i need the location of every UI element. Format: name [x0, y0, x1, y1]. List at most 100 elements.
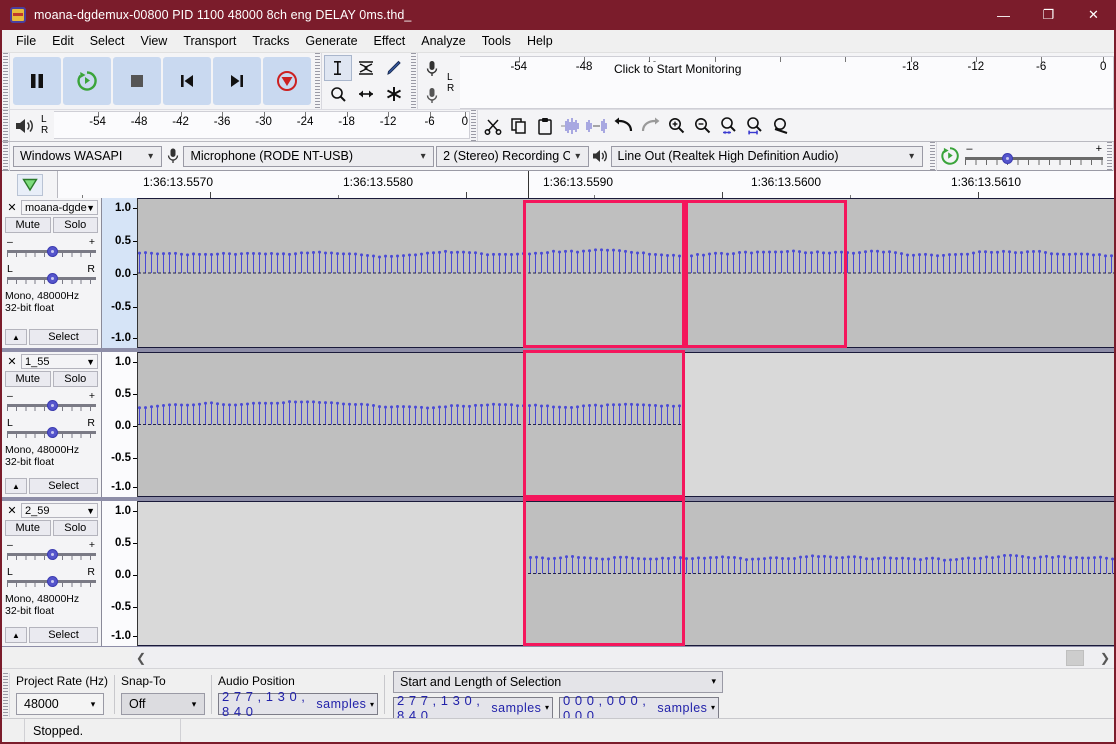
audio-position-spinner[interactable]: ▾ — [368, 700, 376, 709]
menu-tracks[interactable]: Tracks — [244, 31, 297, 51]
selection-toolbar-grip[interactable] — [2, 673, 10, 717]
scroll-right-arrow-icon[interactable]: ❯ — [1096, 651, 1114, 665]
track-control-panel-2[interactable]: ✕ 1_55 ▼ Mute Solo – + L R Mono, 48000Hz… — [2, 352, 102, 497]
solo-button-2[interactable]: Solo — [52, 371, 98, 387]
audio-position-field[interactable]: 2 7 7 , 1 3 0 , 8 4 0 samples ▾ — [218, 689, 379, 719]
play-meter-speaker-icon[interactable] — [10, 110, 40, 141]
pan-slider-1[interactable]: L R — [5, 263, 98, 287]
redo-button[interactable] — [637, 112, 663, 139]
solo-button-3[interactable]: Solo — [52, 520, 98, 536]
monitoring-hint[interactable]: Click to Start Monitoring — [610, 62, 746, 76]
menu-edit[interactable]: Edit — [44, 31, 82, 51]
record-meter-scale[interactable]: -54 -48 -42 -36 -30 -24 -18 -12 -6 0 Cli… — [460, 56, 1114, 109]
close-track-button-1[interactable]: ✕ — [5, 201, 19, 215]
waveform-track-1[interactable] — [138, 198, 1114, 348]
envelope-tool[interactable] — [352, 55, 380, 81]
gain-slider-thumb-2[interactable] — [47, 400, 58, 411]
menu-help[interactable]: Help — [519, 31, 561, 51]
scroll-left-arrow-icon[interactable]: ❮ — [132, 651, 150, 665]
pan-slider-thumb-3[interactable] — [47, 576, 58, 587]
share-toolbar-grip[interactable] — [928, 141, 937, 171]
multi-tool[interactable] — [380, 81, 408, 107]
collapse-track-button-3[interactable]: ▲ — [5, 627, 27, 643]
zoom-tool[interactable] — [324, 81, 352, 107]
vertical-ruler-2[interactable]: 1.0 0.5 0.0 -0.5 -1.0 — [102, 352, 138, 497]
fit-selection-button[interactable] — [716, 112, 742, 139]
vertical-ruler-1[interactable]: 1.0 0.5 0.0 -0.5 -1.0 — [102, 198, 138, 348]
playback-device-select[interactable]: Line Out (Realtek High Definition Audio)… — [610, 145, 923, 167]
stop-button[interactable] — [113, 57, 161, 105]
snap-to-select[interactable]: Off ▾ — [121, 693, 206, 715]
close-track-button-2[interactable]: ✕ — [5, 355, 19, 369]
recording-channels-select[interactable]: 2 (Stereo) Recording Chan ▾ — [436, 145, 589, 167]
draw-tool[interactable] — [380, 55, 408, 81]
gain-slider-thumb-1[interactable] — [47, 246, 58, 257]
menu-select[interactable]: Select — [82, 31, 133, 51]
selection-start-field[interactable]: 2 7 7 , 1 3 0 , 8 4 0 samples ▾ — [393, 693, 554, 723]
skip-to-end-button[interactable] — [213, 57, 261, 105]
audio-host-select[interactable]: Windows WASAPI ▾ — [13, 145, 162, 167]
gain-slider-3[interactable]: – + — [5, 539, 98, 563]
solo-button-1[interactable]: Solo — [52, 217, 98, 233]
close-track-button-3[interactable]: ✕ — [5, 504, 19, 518]
gain-slider-1[interactable]: – + — [5, 236, 98, 260]
collapse-track-button-2[interactable]: ▲ — [5, 478, 27, 494]
pan-slider-3[interactable]: L R — [5, 566, 98, 590]
skip-to-start-button[interactable] — [163, 57, 211, 105]
zoom-in-button[interactable] — [664, 112, 690, 139]
record-button[interactable] — [263, 57, 311, 105]
recording-meter-grip[interactable] — [410, 53, 418, 109]
tools-toolbar-grip[interactable] — [314, 53, 322, 109]
extra-toolbar-grip[interactable] — [1106, 141, 1114, 171]
gain-slider-thumb-3[interactable] — [47, 549, 58, 560]
vertical-ruler-3[interactable]: 1.0 0.5 0.0 -0.5 -1.0 — [102, 501, 138, 646]
pan-slider-thumb-2[interactable] — [47, 427, 58, 438]
zoom-toggle-button[interactable] — [768, 112, 794, 139]
selection-length-spinner[interactable]: ▾ — [709, 703, 717, 712]
pan-slider-2[interactable]: L R — [5, 417, 98, 441]
selection-length-field[interactable]: 0 0 0 , 0 0 0 , 0 0 0 samples ▾ — [559, 693, 720, 723]
selection-start-spinner[interactable]: ▾ — [543, 703, 551, 712]
play-meter-grip[interactable] — [2, 110, 10, 141]
menu-tools[interactable]: Tools — [474, 31, 519, 51]
trim-audio-button[interactable] — [558, 112, 584, 139]
menu-effect[interactable]: Effect — [366, 31, 414, 51]
scrollbar-thumb[interactable] — [1066, 650, 1084, 666]
play-button[interactable] — [63, 57, 111, 105]
menu-analyze[interactable]: Analyze — [413, 31, 473, 51]
project-rate-select[interactable]: 48000 ▾ — [16, 693, 104, 715]
track-name-dropdown-3[interactable]: 2_59 ▼ — [21, 503, 98, 518]
track-control-panel-3[interactable]: ✕ 2_59 ▼ Mute Solo – + L R Mono, 48000Hz… — [2, 501, 102, 646]
record-meter[interactable]: L R -54 -48 -42 -36 -30 -24 -18 -12 -6 0 — [446, 56, 1114, 109]
edit-toolbar-grip[interactable] — [470, 110, 478, 141]
minimize-button[interactable]: — — [981, 2, 1026, 30]
mute-button-2[interactable]: Mute — [5, 371, 51, 387]
track-control-panel-1[interactable]: ✕ moana-dgde ▼ Mute Solo – + L R Mono, 4… — [2, 198, 102, 348]
copy-button[interactable] — [506, 112, 532, 139]
fit-project-button[interactable] — [742, 112, 768, 139]
collapse-track-button-1[interactable]: ▲ — [5, 329, 27, 345]
selection-tool[interactable] — [324, 55, 352, 81]
silence-audio-button[interactable] — [584, 112, 610, 139]
zoom-out-button[interactable] — [690, 112, 716, 139]
time-shift-tool[interactable] — [352, 81, 380, 107]
maximize-button[interactable]: ❐ — [1026, 2, 1071, 30]
waveform-track-2[interactable] — [138, 352, 1114, 497]
waveform-track-3[interactable] — [138, 501, 1114, 646]
playback-speed-slider[interactable]: – + — [962, 143, 1106, 169]
gain-slider-2[interactable]: – + — [5, 390, 98, 414]
paste-button[interactable] — [532, 112, 558, 139]
audio-setup-button[interactable] — [937, 146, 963, 166]
pinned-play-head-button[interactable] — [16, 174, 43, 196]
selection-mode-select[interactable]: Start and Length of Selection ▾ — [393, 670, 724, 693]
select-track-button-2[interactable]: Select — [29, 478, 98, 494]
mute-button-1[interactable]: Mute — [5, 217, 51, 233]
device-toolbar-grip[interactable] — [2, 141, 10, 171]
timeline-ruler[interactable]: 1:36:13.5570 1:36:13.5580 1:36:13.5590 1… — [58, 171, 1114, 199]
transport-toolbar-grip[interactable] — [2, 53, 10, 109]
menu-file[interactable]: File — [8, 31, 44, 51]
cut-button[interactable] — [480, 112, 506, 139]
select-track-button-3[interactable]: Select — [29, 627, 98, 643]
menu-generate[interactable]: Generate — [297, 31, 365, 51]
play-meter[interactable]: L R -54 -48 -42 -36 -30 -24 -18 -12 -6 0 — [40, 111, 470, 139]
